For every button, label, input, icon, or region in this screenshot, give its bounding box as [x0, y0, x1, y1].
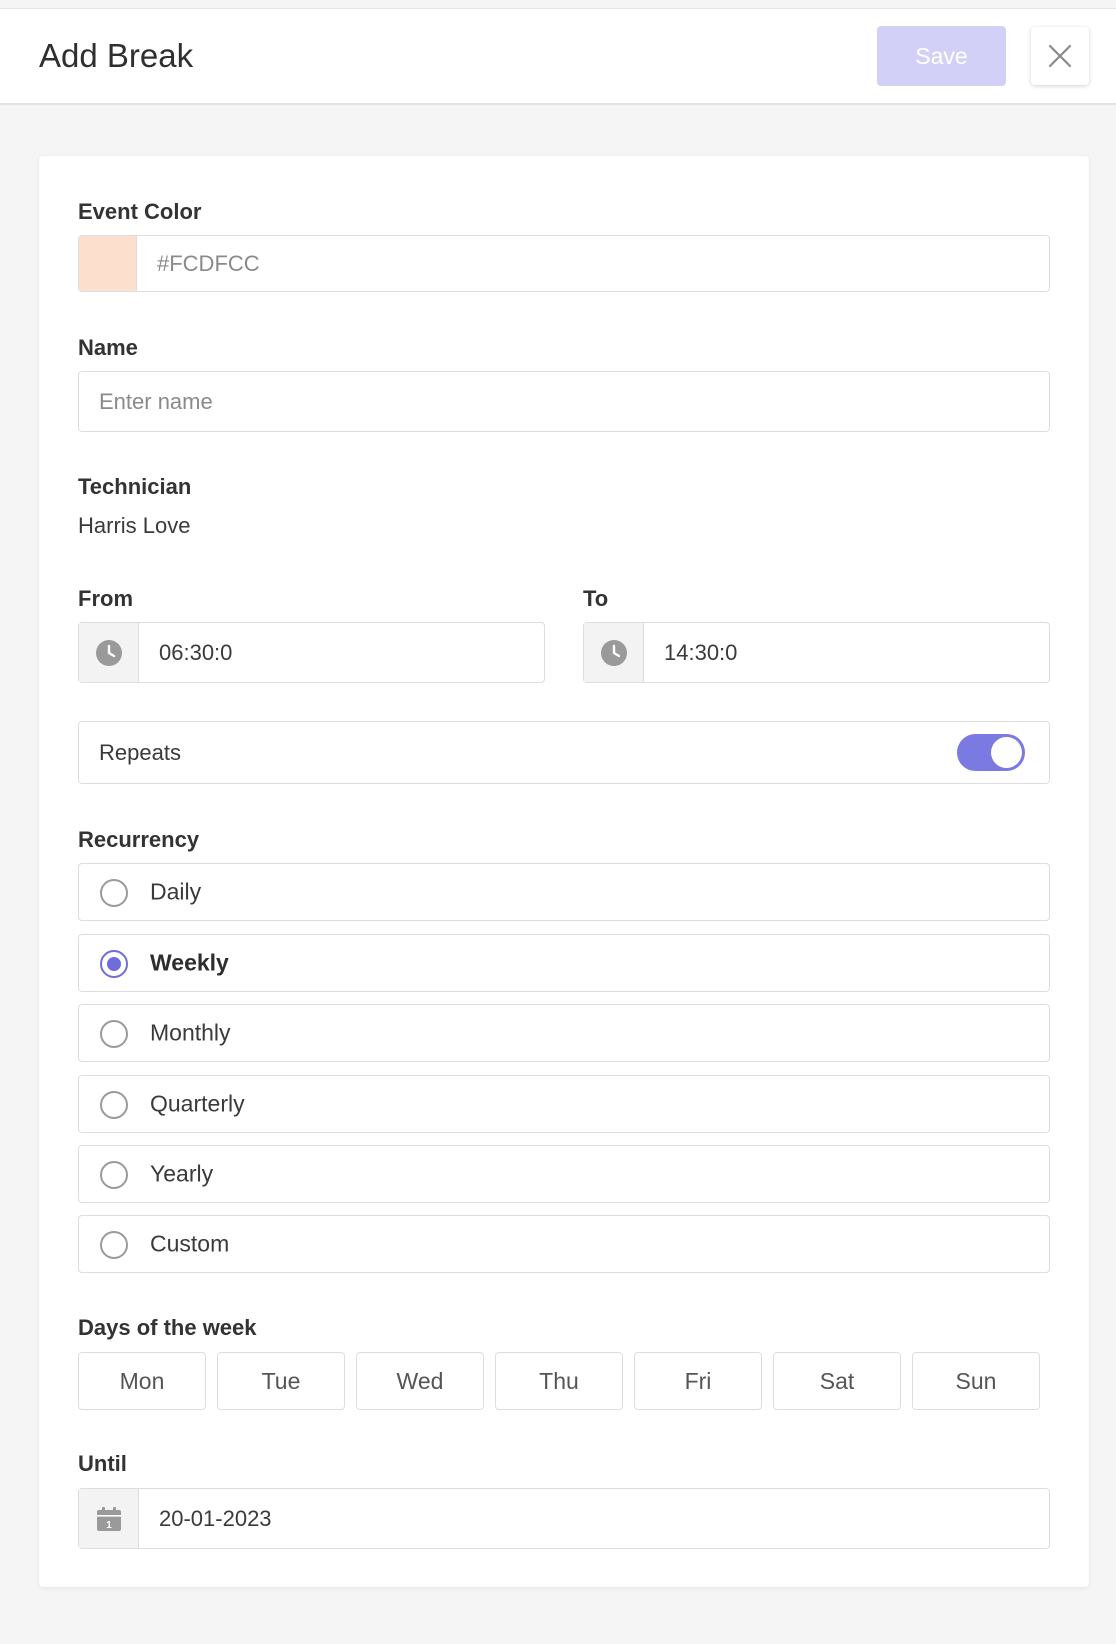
day-button-sat[interactable]: Sat: [773, 1352, 901, 1410]
from-label: From: [78, 586, 133, 611]
day-button-fri[interactable]: Fri: [634, 1352, 762, 1410]
radio-custom[interactable]: [100, 1231, 128, 1259]
radio-weekly[interactable]: [100, 950, 128, 978]
clock-icon: [600, 639, 627, 666]
toggle-knob: [991, 737, 1022, 768]
technician-value: Harris Love: [78, 513, 191, 538]
recurrency-option-monthly[interactable]: Monthly: [78, 1004, 1050, 1062]
day-button-mon[interactable]: Mon: [78, 1352, 206, 1410]
to-time-value: 14:30:0: [664, 639, 738, 665]
recurrency-option-quarterly[interactable]: Quarterly: [78, 1075, 1050, 1133]
until-calendar-addon: 1: [79, 1489, 139, 1548]
day-button-wed[interactable]: Wed: [356, 1352, 484, 1410]
recurrency-option-yearly[interactable]: Yearly: [78, 1145, 1050, 1203]
from-time-value: 06:30:0: [159, 639, 233, 665]
radio-label-weekly: Weekly: [150, 949, 229, 976]
clock-icon: [95, 639, 122, 666]
day-button-tue[interactable]: Tue: [217, 1352, 345, 1410]
name-label: Name: [78, 335, 138, 360]
radio-label-quarterly: Quarterly: [150, 1090, 245, 1117]
event-color-field[interactable]: #FCDFCC: [78, 235, 1050, 292]
repeats-label: Repeats: [99, 739, 181, 765]
name-input-placeholder[interactable]: Enter name: [99, 389, 213, 415]
calendar-icon: 1: [96, 1506, 121, 1531]
day-button-sun[interactable]: Sun: [912, 1352, 1040, 1410]
page-title: Add Break: [39, 37, 194, 74]
break-form-card: Event Color #FCDFCC Name Enter name Tech…: [39, 156, 1089, 1587]
recurrency-label: Recurrency: [78, 827, 200, 852]
days-of-week-label: Days of the week: [78, 1315, 257, 1340]
until-date-value: 20-01-2023: [159, 1505, 272, 1531]
radio-label-daily: Daily: [150, 878, 202, 905]
close-button[interactable]: [1031, 27, 1089, 85]
radio-quarterly[interactable]: [100, 1091, 128, 1119]
radio-daily[interactable]: [100, 879, 128, 907]
radio-label-yearly: Yearly: [150, 1160, 214, 1187]
technician-label: Technician: [78, 474, 192, 499]
repeats-row: Repeats: [78, 721, 1050, 784]
modal-header: Add Break Save: [0, 9, 1116, 105]
name-field[interactable]: Enter name: [78, 371, 1050, 432]
close-icon: [1048, 44, 1072, 68]
radio-label-monthly: Monthly: [150, 1019, 231, 1046]
save-button[interactable]: Save: [877, 26, 1006, 86]
recurrency-option-custom[interactable]: Custom: [78, 1215, 1050, 1273]
radio-monthly[interactable]: [100, 1020, 128, 1048]
until-label: Until: [78, 1451, 127, 1476]
repeats-toggle[interactable]: [957, 734, 1025, 771]
top-border: [0, 0, 1116, 9]
from-time-field[interactable]: 06:30:0: [78, 622, 545, 683]
to-label: To: [583, 586, 609, 611]
event-color-value: #FCDFCC: [157, 250, 260, 276]
recurrency-option-weekly[interactable]: Weekly: [78, 934, 1050, 992]
recurrency-option-daily[interactable]: Daily: [78, 863, 1050, 921]
until-date-field[interactable]: 1 20-01-2023: [78, 1488, 1050, 1549]
day-button-thu[interactable]: Thu: [495, 1352, 623, 1410]
calendar-icon-day: 1: [106, 1520, 112, 1531]
to-clock-addon: [584, 623, 644, 682]
to-time-field[interactable]: 14:30:0: [583, 622, 1050, 683]
radio-yearly[interactable]: [100, 1161, 128, 1189]
color-swatch[interactable]: [79, 236, 137, 291]
from-clock-addon: [79, 623, 139, 682]
radio-label-custom: Custom: [150, 1230, 230, 1257]
event-color-label: Event Color: [78, 199, 202, 224]
